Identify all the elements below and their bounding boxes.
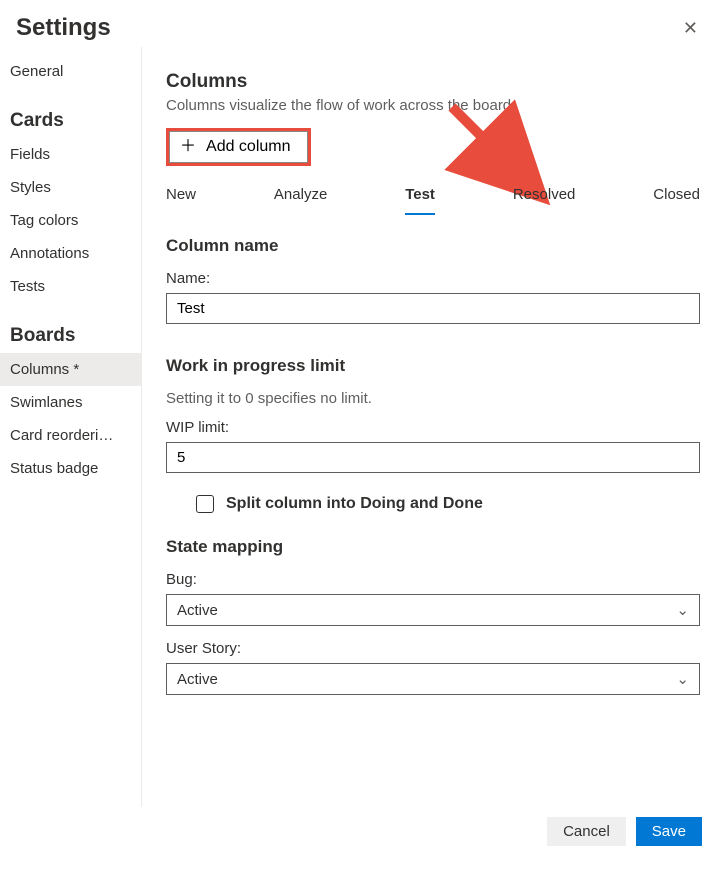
user-story-state-select[interactable]: Active ⌄ — [166, 663, 700, 695]
sidebar-item-annotations[interactable]: Annotations — [0, 237, 141, 270]
sidebar-heading-cards: Cards — [0, 88, 141, 138]
main-panel: Columns Columns visualize the flow of wo… — [142, 47, 726, 807]
chevron-down-icon: ⌄ — [676, 601, 689, 619]
user-story-label: User Story: — [166, 640, 700, 657]
tab-new[interactable]: New — [166, 180, 196, 213]
chevron-down-icon: ⌄ — [676, 670, 689, 688]
name-label: Name: — [166, 270, 700, 287]
dialog-footer: Cancel Save — [0, 807, 726, 864]
wip-hint: Setting it to 0 specifies no limit. — [166, 390, 700, 407]
sidebar-item-swimlanes[interactable]: Swimlanes — [0, 386, 141, 419]
sidebar-item-styles[interactable]: Styles — [0, 171, 141, 204]
add-column-highlight: ＋ Add column — [166, 128, 311, 166]
sidebar-item-tests[interactable]: Tests — [0, 270, 141, 303]
settings-sidebar: General Cards Fields Styles Tag colors A… — [0, 47, 142, 807]
sidebar-heading-boards: Boards — [0, 303, 141, 353]
split-column-row[interactable]: Split column into Doing and Done — [196, 495, 700, 513]
settings-dialog: Settings ✕ General Cards Fields Styles T… — [0, 0, 726, 864]
sidebar-item-status-badge[interactable]: Status badge — [0, 452, 141, 485]
add-column-label: Add column — [206, 138, 291, 156]
split-column-checkbox[interactable] — [196, 495, 214, 513]
split-column-label: Split column into Doing and Done — [226, 495, 483, 513]
save-button[interactable]: Save — [636, 817, 702, 846]
sidebar-item-tag-colors[interactable]: Tag colors — [0, 204, 141, 237]
dialog-title: Settings — [16, 14, 111, 42]
bug-state-select[interactable]: Active ⌄ — [166, 594, 700, 626]
sidebar-item-fields[interactable]: Fields — [0, 138, 141, 171]
add-column-button[interactable]: ＋ Add column — [169, 131, 308, 163]
wip-heading: Work in progress limit — [166, 356, 700, 376]
columns-description: Columns visualize the flow of work acros… — [166, 97, 700, 114]
cancel-button[interactable]: Cancel — [547, 817, 626, 846]
sidebar-item-general[interactable]: General — [0, 55, 141, 88]
wip-limit-input[interactable] — [166, 442, 700, 473]
state-mapping-heading: State mapping — [166, 537, 700, 557]
column-name-input[interactable] — [166, 293, 700, 324]
dialog-header: Settings ✕ — [0, 0, 726, 47]
columns-heading: Columns — [166, 71, 700, 93]
tab-resolved[interactable]: Resolved — [513, 180, 576, 213]
sidebar-item-card-reordering[interactable]: Card reorderi… — [0, 419, 141, 452]
column-tabs: New Analyze Test Resolved Closed — [166, 180, 700, 214]
bug-state-value: Active — [177, 602, 218, 619]
user-story-state-value: Active — [177, 671, 218, 688]
wip-label: WIP limit: — [166, 419, 700, 436]
close-icon: ✕ — [683, 18, 698, 38]
bug-label: Bug: — [166, 571, 700, 588]
tab-test[interactable]: Test — [405, 180, 435, 213]
sidebar-item-columns[interactable]: Columns * — [0, 353, 141, 386]
close-button[interactable]: ✕ — [679, 14, 702, 43]
column-name-heading: Column name — [166, 236, 700, 256]
tab-analyze[interactable]: Analyze — [274, 180, 327, 213]
plus-icon: ＋ — [180, 139, 196, 155]
tab-closed[interactable]: Closed — [653, 180, 700, 213]
